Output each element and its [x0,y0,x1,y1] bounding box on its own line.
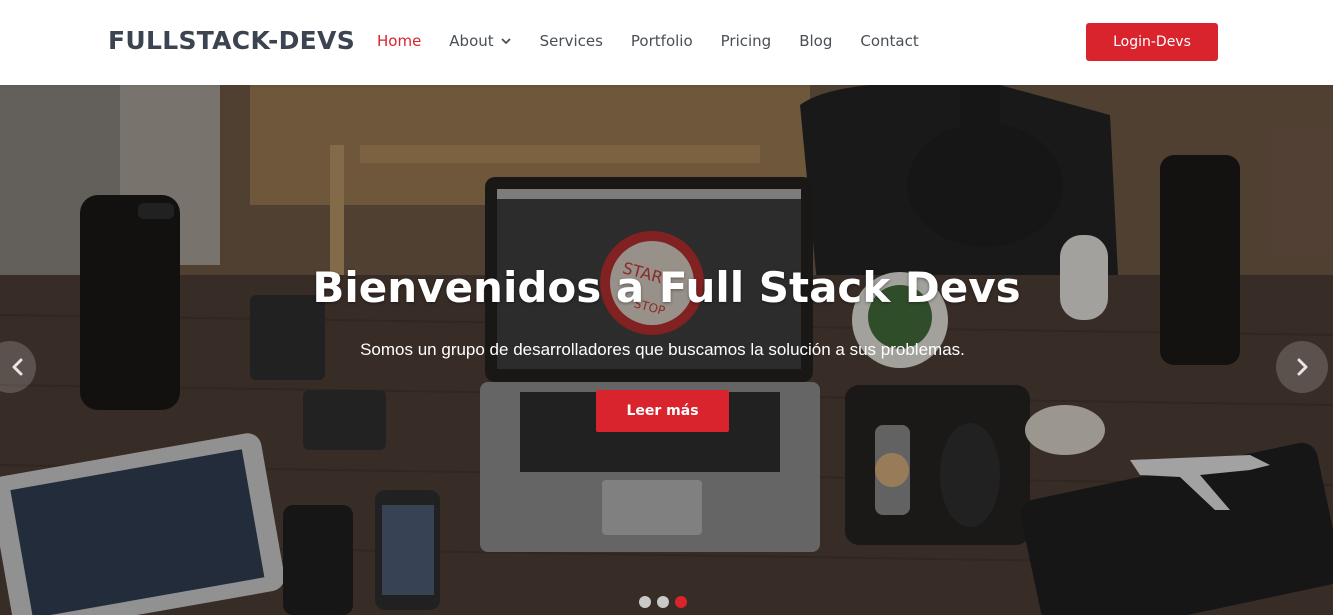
nav-item-label: Portfolio [630,32,693,50]
brand-logo[interactable]: FULLSTACK-DEVS [108,26,355,55]
hero-subtitle: Somos un grupo de desarrolladores que bu… [360,340,965,359]
chevron-down-icon [501,38,511,44]
carousel-next-button[interactable] [1276,341,1328,393]
nav-item-pricing[interactable]: Pricing [721,32,772,50]
carousel-indicators [639,596,693,608]
site-header: FULLSTACK-DEVS Home About Services Portf… [0,0,1333,85]
nav-item-home[interactable]: Home [377,32,421,50]
nav-item-label: Contact [860,32,919,50]
chevron-right-icon [1297,358,1308,376]
carousel-indicator-2[interactable] [657,596,669,608]
nav-item-contact[interactable]: Contact [860,32,918,50]
read-more-button[interactable]: Leer más [596,390,729,432]
carousel-indicator-3[interactable] [675,596,687,608]
main-nav: Home About Services Portfolio Pricing Bl… [377,32,947,50]
nav-item-label: About [449,32,494,50]
chevron-left-icon [12,358,23,376]
nav-item-about[interactable]: About [449,32,511,50]
nav-item-blog[interactable]: Blog [799,32,832,50]
hero-title: Bienvenidos a Full Stack Devs [312,263,1021,312]
nav-item-portfolio[interactable]: Portfolio [631,32,693,50]
nav-item-label: Pricing [720,32,772,50]
login-button[interactable]: Login-Devs [1086,23,1218,61]
nav-item-services[interactable]: Services [540,32,603,50]
nav-item-label: Home [377,32,422,50]
nav-item-label: Blog [799,32,833,50]
hero-carousel: START STOP Bienvenidos a Full Stack Devs… [0,85,1333,615]
carousel-indicator-1[interactable] [639,596,651,608]
nav-item-label: Services [539,32,603,50]
